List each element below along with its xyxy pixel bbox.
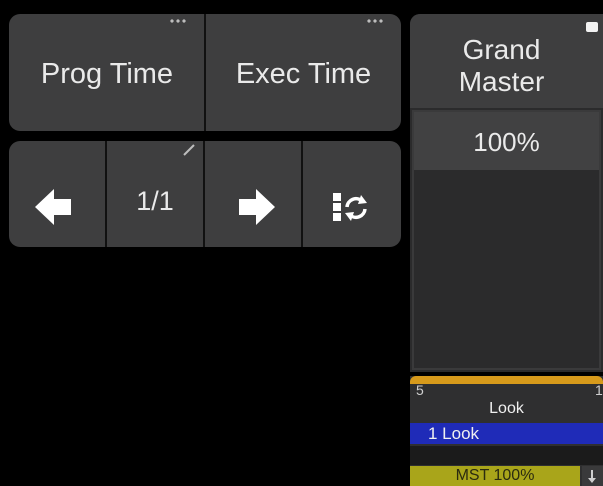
grand-master-title-line1: Grand (462, 34, 541, 65)
executor-name: Look (489, 400, 524, 417)
edit-corner-icon (183, 144, 195, 156)
time-buttons-bar: Prog Time Exec Time (9, 14, 401, 131)
grand-master-panel: Grand Master 100% (410, 14, 603, 372)
executor-master: MST 100% (410, 466, 580, 486)
executor-widget[interactable]: 5 1 Look 1 Look MST 100% (410, 376, 603, 486)
arrow-left-icon (35, 189, 71, 225)
arrow-right-icon (239, 189, 275, 225)
executor-number: 5 (416, 382, 424, 398)
next-page-button[interactable] (205, 141, 301, 247)
more-dots-icon (366, 19, 384, 23)
executor-color-bar (410, 376, 603, 384)
more-dots-icon (169, 19, 187, 23)
grand-master-title-line2: Master (458, 66, 545, 97)
prog-time-button[interactable]: Prog Time (9, 14, 205, 131)
exec-time-button[interactable]: Exec Time (206, 14, 401, 131)
prog-time-label: Prog Time (40, 58, 174, 90)
executor-cue: 1 Look (410, 423, 603, 444)
sync-icon (333, 193, 367, 221)
page-number-label: 1/1 (136, 186, 174, 216)
previous-page-button[interactable] (9, 141, 105, 247)
grand-master-header[interactable]: Grand Master (410, 14, 603, 108)
grand-master-fader[interactable]: 100% (412, 110, 601, 370)
executor-arrow-icon (582, 466, 603, 486)
page-indicator-button[interactable]: 1/1 (107, 141, 203, 247)
status-square-icon (586, 22, 598, 32)
sync-button[interactable] (303, 141, 401, 247)
executor-empty-row (410, 446, 603, 465)
exec-time-label: Exec Time (235, 58, 372, 90)
page-nav-bar: 1/1 (9, 141, 401, 247)
grand-master-value: 100% (473, 127, 540, 157)
executor-right-index: 1 (595, 382, 603, 398)
